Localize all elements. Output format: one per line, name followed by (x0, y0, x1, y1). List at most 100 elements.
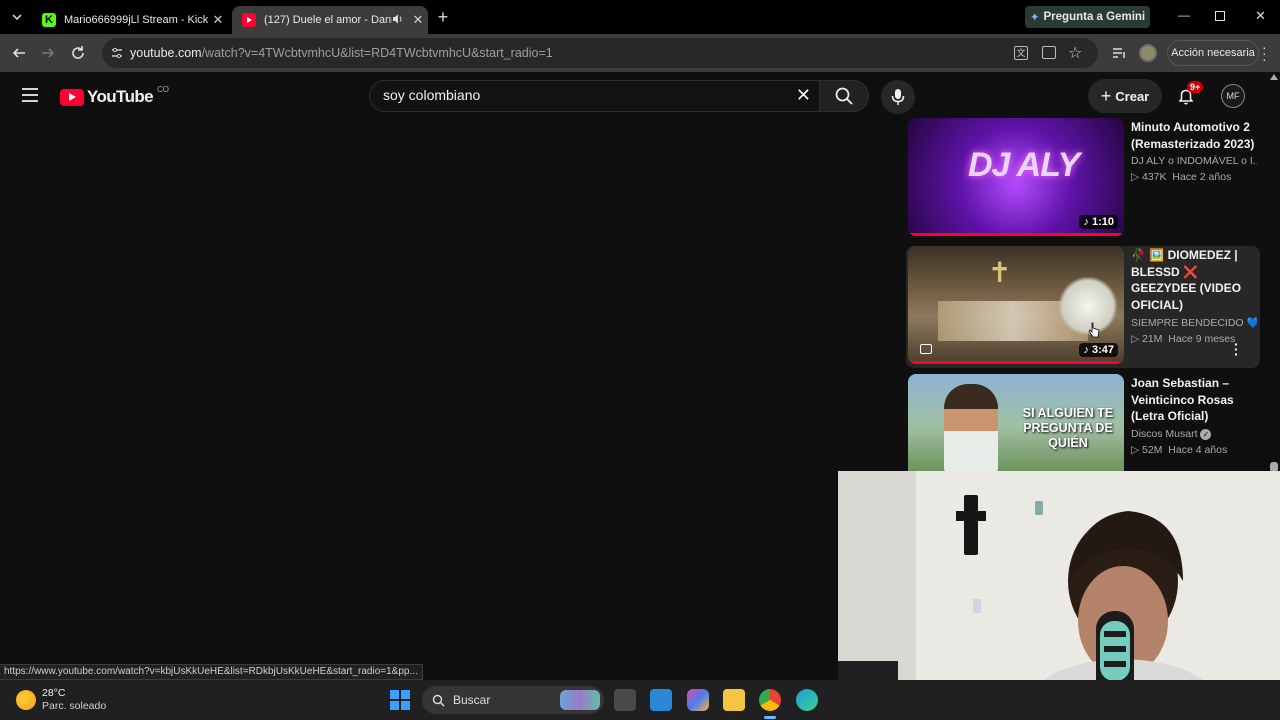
start-windows-icon[interactable] (390, 690, 410, 710)
weather-text: 28°C Parc. soleado (42, 687, 106, 713)
duration-badge: ♪ 3:47 (1079, 343, 1118, 357)
weather-widget[interactable]: 28°C Parc. soleado (16, 686, 106, 714)
duration-badge: ♪ 1:10 (1079, 215, 1118, 229)
taskbar-search[interactable]: Buscar (422, 686, 604, 714)
tab-youtube[interactable]: (127) Duele el amor - Danil ✕ (232, 6, 428, 34)
more-options-icon[interactable]: · · · (1234, 337, 1242, 361)
close-tab-icon[interactable]: ✕ (208, 12, 228, 28)
upload-age: Hace 4 años (1168, 443, 1228, 456)
tab-kick[interactable]: K Mario666999jLl Stream - Kick D ✕ (32, 6, 228, 34)
hamburger-menu-icon[interactable] (21, 88, 39, 102)
win-pane (401, 701, 410, 710)
chrome-icon[interactable] (759, 689, 781, 711)
account-status-button[interactable]: Acción necesaria (1167, 40, 1259, 66)
mix-playlist-icon (920, 344, 932, 354)
search-button[interactable] (819, 80, 869, 112)
address-bar[interactable]: youtube.com/watch?v=4TWcbtvmhcU&list=RD4… (102, 38, 1098, 68)
music-note-icon: ♪ (1083, 216, 1092, 228)
search-input[interactable] (383, 87, 763, 103)
watched-progress-bar (908, 361, 1124, 364)
windows-taskbar: 28°C Parc. soleado Buscar (0, 680, 1280, 720)
youtube-favicon-icon (242, 13, 256, 27)
video-title[interactable]: 🥀 🖼️ DIOMEDEZ | BLESSD ❌ GEEZYDEE (VIDEO… (1131, 247, 1257, 313)
list-item[interactable]: ✝ ♪ 3:47 🥀 🖼️ DIOMEDEZ | BLESSD ❌ GEEZYD… (906, 246, 1260, 368)
video-thumbnail[interactable]: DJ ALY ♪ 1:10 (908, 118, 1124, 236)
create-button[interactable]: + Crear (1088, 79, 1162, 113)
search-icon (835, 87, 853, 105)
media-controls-icon[interactable] (1110, 44, 1128, 62)
emoji-icons: 🥀 🖼️ (1131, 248, 1168, 262)
video-title[interactable]: Minuto Automotivo 2 (Remasterizado 2023) (1131, 119, 1257, 152)
list-item[interactable]: SI ALGUIEN TE PREGUNTA DE QUIÉN Joan Seb… (908, 374, 1258, 471)
profile-avatar-icon[interactable] (1139, 44, 1157, 62)
search-box[interactable]: ✕ (369, 80, 819, 112)
video-title[interactable]: Joan Sebastian – Veinticinco Rosas (Letr… (1131, 375, 1257, 425)
video-thumbnail[interactable]: SI ALGUIEN TE PREGUNTA DE QUIÉN (908, 374, 1124, 471)
file-explorer-icon[interactable] (723, 689, 745, 711)
channel-name-text: Discos Musart (1131, 427, 1198, 440)
install-app-icon[interactable] (1042, 46, 1056, 59)
close-window-button[interactable]: ✕ (1255, 8, 1269, 23)
scroll-up-icon[interactable] (1270, 74, 1278, 80)
thumbnail-text: DJ ALY (968, 146, 1080, 184)
microsoft-store-icon[interactable] (650, 689, 672, 711)
office-copilot-icon[interactable] (687, 689, 709, 711)
temperature: 28°C (42, 687, 66, 699)
gemini-button[interactable]: ✦ Pregunta a Gemini (1025, 6, 1150, 28)
channel-name[interactable]: SIEMPRE BENDECIDO 💙 (1131, 316, 1257, 329)
channel-name[interactable]: DJ ALY o INDOMÁVEL o I... (1131, 155, 1257, 167)
new-tab-button[interactable]: + (434, 8, 452, 26)
notification-badge: 9+ (1187, 81, 1204, 93)
thumbnail-text: SI ALGUIEN TE PREGUNTA DE QUIÉN (1022, 406, 1114, 450)
video-thumbnail[interactable]: ✝ ♪ 3:47 (908, 246, 1124, 364)
view-count: 437K (1142, 171, 1167, 183)
video-stats: ▷ 437K Hace 2 años (1131, 171, 1257, 183)
duration-text: 3:47 (1091, 344, 1114, 356)
translate-icon[interactable]: 文 (1014, 46, 1028, 60)
chrome-active-indicator (764, 716, 776, 719)
tab-title: (127) Duele el amor - Danil (264, 14, 392, 26)
win-pane (390, 690, 399, 699)
view-count: 52M (1142, 443, 1163, 456)
video-meta: Joan Sebastian – Veinticinco Rosas (Letr… (1131, 375, 1257, 456)
url-host: youtube.com (130, 46, 202, 60)
verified-check-icon: ✓ (1200, 428, 1212, 440)
edge-icon[interactable] (796, 689, 818, 711)
clear-search-icon[interactable]: ✕ (796, 85, 811, 106)
kick-favicon-icon: K (42, 13, 56, 27)
reload-icon[interactable] (69, 44, 87, 62)
user-avatar[interactable]: MF (1221, 84, 1245, 108)
video-stats: ▷ 52M Hace 4 años (1131, 444, 1257, 456)
create-label: Crear (1115, 88, 1150, 104)
tab-list-chevron-icon[interactable] (10, 10, 24, 24)
back-arrow-icon[interactable] (10, 44, 28, 62)
tab-title: Mario666999jLl Stream - Kick D (64, 14, 208, 26)
channel-name[interactable]: Discos Musart ✓ (1131, 428, 1257, 440)
video-meta: Minuto Automotivo 2 (Remasterizado 2023)… (1131, 119, 1257, 183)
play-count-icon: ▷ (1131, 333, 1142, 345)
minimize-button[interactable]: — (1178, 8, 1192, 22)
browser-toolbar: youtube.com/watch?v=4TWcbtvmhcU&list=RD4… (0, 34, 1280, 72)
sun-cloud-icon (16, 690, 36, 710)
forward-arrow-icon[interactable] (39, 44, 57, 62)
page-scrollbar[interactable] (1268, 72, 1280, 472)
chrome-menu-icon[interactable]: · · · (1262, 40, 1272, 66)
voice-search-button[interactable] (881, 80, 915, 114)
url-text: youtube.com/watch?v=4TWcbtvmhcU&list=RD4… (130, 46, 553, 60)
search-icon (432, 694, 445, 707)
list-item[interactable]: DJ ALY ♪ 1:10 Minuto Automotivo 2 (Remas… (908, 118, 1258, 238)
notifications-button[interactable]: 9+ (1176, 81, 1204, 108)
bookmark-star-icon[interactable]: ☆ (1068, 43, 1082, 63)
site-info-icon[interactable] (110, 46, 124, 65)
upload-age: Hace 2 años (1172, 171, 1232, 183)
thumb-person (944, 384, 998, 471)
maximize-button[interactable] (1215, 11, 1225, 21)
youtube-play-logo-icon (60, 88, 84, 106)
task-view-icon[interactable] (614, 689, 636, 711)
gemini-label: Pregunta a Gemini (1043, 11, 1146, 23)
speaker-icon[interactable] (392, 13, 408, 28)
youtube-logo[interactable]: YouTube CO (60, 85, 169, 108)
close-tab-icon[interactable]: ✕ (408, 12, 428, 28)
youtube-masthead: YouTube CO ✕ + Crear 9+ MF (0, 72, 1280, 120)
search-highlight-icon (560, 690, 600, 710)
